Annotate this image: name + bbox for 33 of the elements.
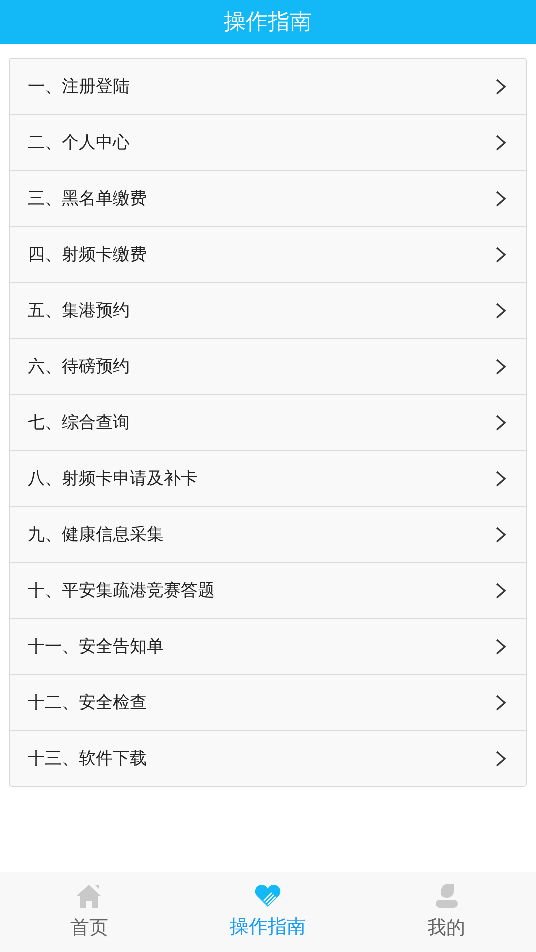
chevron-right-icon [496,750,506,766]
guide-item-label: 三、黑名单缴费 [28,188,147,210]
chevron-right-icon [496,246,506,262]
guide-item-label: 四、射频卡缴费 [28,244,147,266]
chevron-right-icon [496,358,506,374]
guide-item-label: 七、综合查询 [28,412,130,434]
heart-icon [254,884,281,908]
guide-item-label: 十、平安集疏港竞赛答题 [28,580,215,602]
guide-item-label: 六、待磅预约 [28,356,130,378]
guide-item-label: 八、射频卡申请及补卡 [28,468,198,490]
page-title: 操作指南 [224,9,312,37]
tab[interactable]: 我的 [357,883,536,941]
guide-item-label: 二、个人中心 [28,132,130,154]
person-icon [434,883,459,909]
guide-item-label: 十一、安全告知单 [28,636,164,658]
guide-item-label: 一、注册登陆 [28,76,130,98]
chevron-right-icon [496,78,506,94]
chevron-right-icon [496,526,506,542]
chevron-right-icon [496,638,506,654]
guide-item[interactable]: 十三、软件下载 [10,730,526,786]
chevron-right-icon [496,302,506,318]
chevron-right-icon [496,414,506,430]
chevron-right-icon [496,134,506,150]
chevron-right-icon [496,470,506,486]
guide-item-label: 十三、软件下载 [28,748,147,770]
house-icon [76,883,102,909]
guide-item-label: 九、健康信息采集 [28,524,164,546]
chevron-right-icon [496,694,506,710]
chevron-right-icon [496,582,506,598]
guide-item-label: 十二、安全检查 [28,692,147,714]
chevron-right-icon [496,190,506,206]
tab[interactable]: 首页 [0,883,179,941]
guide-item-label: 五、集港预约 [28,300,130,322]
